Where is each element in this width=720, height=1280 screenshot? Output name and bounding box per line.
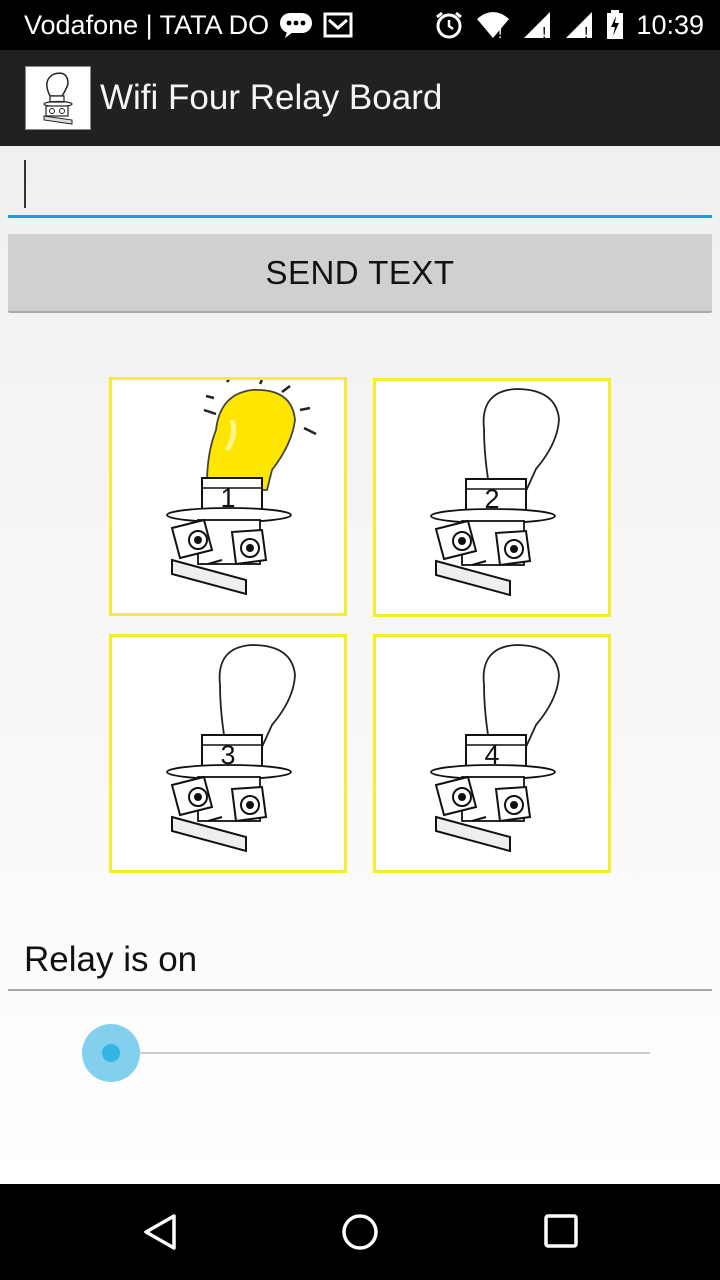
relay-number: 2 [484, 484, 500, 514]
svg-text:!: ! [584, 25, 588, 39]
status-underline [8, 989, 712, 991]
chat-icon [279, 12, 313, 38]
signal-icon: ! [564, 11, 594, 39]
app-bar: Wifi Four Relay Board [0, 50, 720, 146]
main-content: SEND TEXT 1 2 3 4 Relay is on [0, 146, 720, 1184]
alarm-icon [434, 10, 464, 40]
relay-number: 4 [484, 740, 500, 770]
text-cursor [24, 160, 26, 208]
slider-track [112, 1052, 650, 1054]
message-input[interactable] [8, 150, 712, 218]
relay-button-4[interactable]: 4 [373, 634, 611, 873]
relay-number: 1 [220, 483, 236, 513]
relay-button-3[interactable]: 3 [109, 634, 347, 873]
svg-text:!: ! [498, 25, 502, 39]
status-bar: Vodafone | TATA DO ! ! ! 10:39 [0, 0, 720, 50]
back-icon[interactable] [140, 1212, 180, 1252]
relay-button-1[interactable]: 1 [109, 377, 347, 616]
battery-charging-icon [606, 10, 624, 40]
recents-icon[interactable] [542, 1212, 582, 1252]
navigation-bar [0, 1184, 720, 1280]
mail-icon [323, 12, 353, 38]
wifi-icon: ! [476, 11, 510, 39]
slider-thumb[interactable] [102, 1044, 120, 1062]
app-logo-icon [25, 66, 91, 130]
relay-slider[interactable] [82, 1024, 650, 1082]
relay-button-2[interactable]: 2 [373, 378, 611, 617]
relay-number: 3 [220, 740, 236, 770]
signal-icon: ! [522, 11, 552, 39]
send-text-button[interactable]: SEND TEXT [8, 234, 712, 313]
carrier-text: Vodafone | TATA DO [24, 9, 270, 40]
app-title: Wifi Four Relay Board [100, 78, 443, 117]
svg-text:!: ! [542, 25, 546, 39]
home-icon[interactable] [340, 1212, 380, 1252]
relay-status-text: Relay is on [24, 940, 198, 979]
clock-text: 10:39 [636, 9, 704, 40]
